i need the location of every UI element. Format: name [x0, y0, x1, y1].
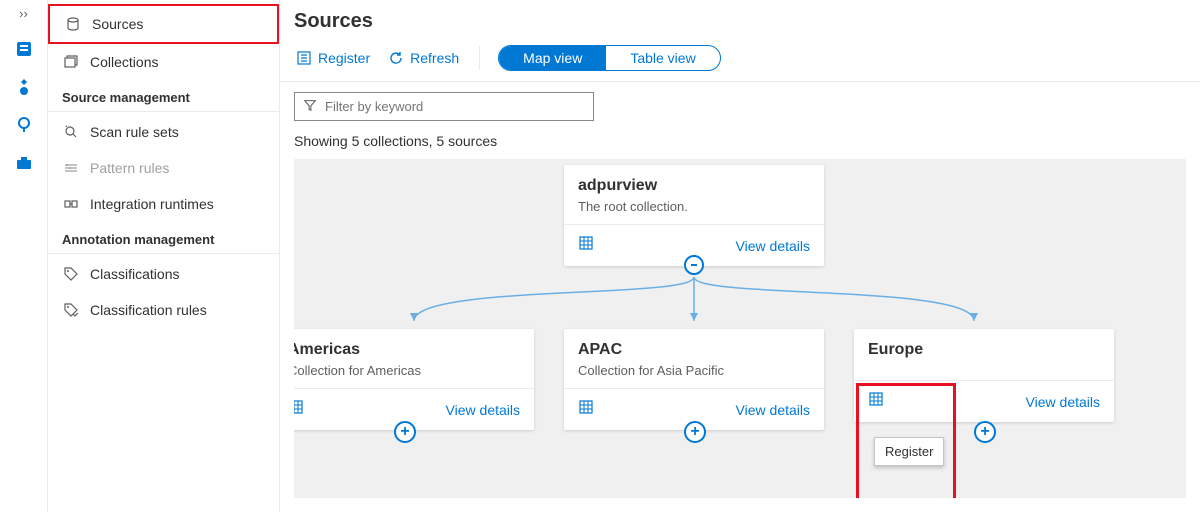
pattern-icon [62, 159, 80, 177]
filter-input-wrapper[interactable] [294, 92, 594, 121]
nav-map-icon[interactable] [14, 77, 34, 97]
icon-rail: ›› [0, 0, 48, 512]
node-title: Americas [294, 329, 534, 363]
sidebar-item-sources[interactable]: Sources [48, 4, 279, 44]
result-counts: Showing 5 collections, 5 sources [280, 127, 1200, 159]
map-canvas[interactable]: adpurview The root collection. View deta… [294, 159, 1186, 498]
sidebar-item-label: Classification rules [90, 302, 207, 318]
sidebar-item-label: Collections [90, 54, 158, 70]
tag-rule-icon [62, 301, 80, 319]
collection-icon [62, 53, 80, 71]
tag-icon [62, 265, 80, 283]
view-details-link[interactable]: View details [736, 402, 810, 418]
runtime-icon [62, 195, 80, 213]
collection-node-apac[interactable]: APAC Collection for Asia Pacific View de… [564, 329, 824, 430]
database-icon [64, 15, 82, 33]
sidebar-item-pattern-rules[interactable]: Pattern rules [48, 150, 279, 186]
nav-management-icon[interactable] [14, 153, 34, 173]
sidebar-item-scan-rule-sets[interactable]: Scan rule sets [48, 114, 279, 150]
grid-icon[interactable] [578, 235, 594, 256]
node-title: Europe [854, 329, 1114, 363]
filter-input[interactable] [325, 99, 585, 114]
add-child-button[interactable]: + [974, 421, 996, 443]
view-details-link[interactable]: View details [1026, 394, 1100, 410]
sidebar-item-label: Classifications [90, 266, 179, 282]
view-toggle: Map view Table view [498, 45, 721, 71]
register-button[interactable]: Register [294, 46, 372, 70]
node-title: adpurview [564, 165, 824, 199]
collection-node-americas[interactable]: Americas Collection for Americas View de… [294, 329, 534, 430]
sidebar-group-source-mgmt: Source management [48, 80, 279, 112]
expand-rail-button[interactable]: ›› [19, 6, 28, 21]
nav-insights-icon[interactable] [14, 115, 34, 135]
sidebar-item-label: Scan rule sets [90, 124, 179, 140]
filter-row [280, 82, 1200, 127]
sidebar-group-annotation-mgmt: Annotation management [48, 222, 279, 254]
toolbar: Register Refresh Map view Table view [280, 39, 1200, 82]
page-title: Sources [280, 0, 1200, 39]
map-view-toggle[interactable]: Map view [499, 46, 606, 70]
sidebar-item-integration-runtimes[interactable]: Integration runtimes [48, 186, 279, 222]
sidebar-item-classifications[interactable]: Classifications [48, 256, 279, 292]
view-details-link[interactable]: View details [446, 402, 520, 418]
node-subtitle: The root collection. [564, 199, 824, 225]
add-child-button[interactable]: + [684, 421, 706, 443]
main-content: Sources Register Refresh Map view Table … [280, 0, 1200, 512]
collapse-toggle[interactable] [684, 255, 704, 275]
filter-icon [303, 98, 317, 115]
sidebar-item-classification-rules[interactable]: Classification rules [48, 292, 279, 328]
sidebar-item-label: Pattern rules [90, 160, 169, 176]
grid-icon[interactable] [294, 399, 304, 420]
node-subtitle: Collection for Asia Pacific [564, 363, 824, 389]
scan-icon [62, 123, 80, 141]
refresh-icon [388, 50, 404, 66]
refresh-label: Refresh [410, 50, 459, 66]
table-view-toggle[interactable]: Table view [606, 46, 719, 70]
add-child-button[interactable]: + [394, 421, 416, 443]
refresh-button[interactable]: Refresh [386, 46, 461, 70]
nav-data-icon[interactable] [14, 39, 34, 59]
node-title: APAC [564, 329, 824, 363]
sidebar: Sources Collections Source management Sc… [48, 0, 280, 512]
node-subtitle [854, 363, 1114, 381]
grid-icon[interactable] [578, 399, 594, 420]
sidebar-item-collections[interactable]: Collections [48, 44, 279, 80]
sidebar-item-label: Integration runtimes [90, 196, 214, 212]
view-details-link[interactable]: View details [736, 238, 810, 254]
register-label: Register [318, 50, 370, 66]
highlight-box-register [856, 383, 956, 498]
node-subtitle: Collection for Americas [294, 363, 534, 389]
toolbar-separator [479, 46, 480, 70]
collection-node-root[interactable]: adpurview The root collection. View deta… [564, 165, 824, 266]
sidebar-item-label: Sources [92, 16, 143, 32]
register-icon [296, 50, 312, 66]
